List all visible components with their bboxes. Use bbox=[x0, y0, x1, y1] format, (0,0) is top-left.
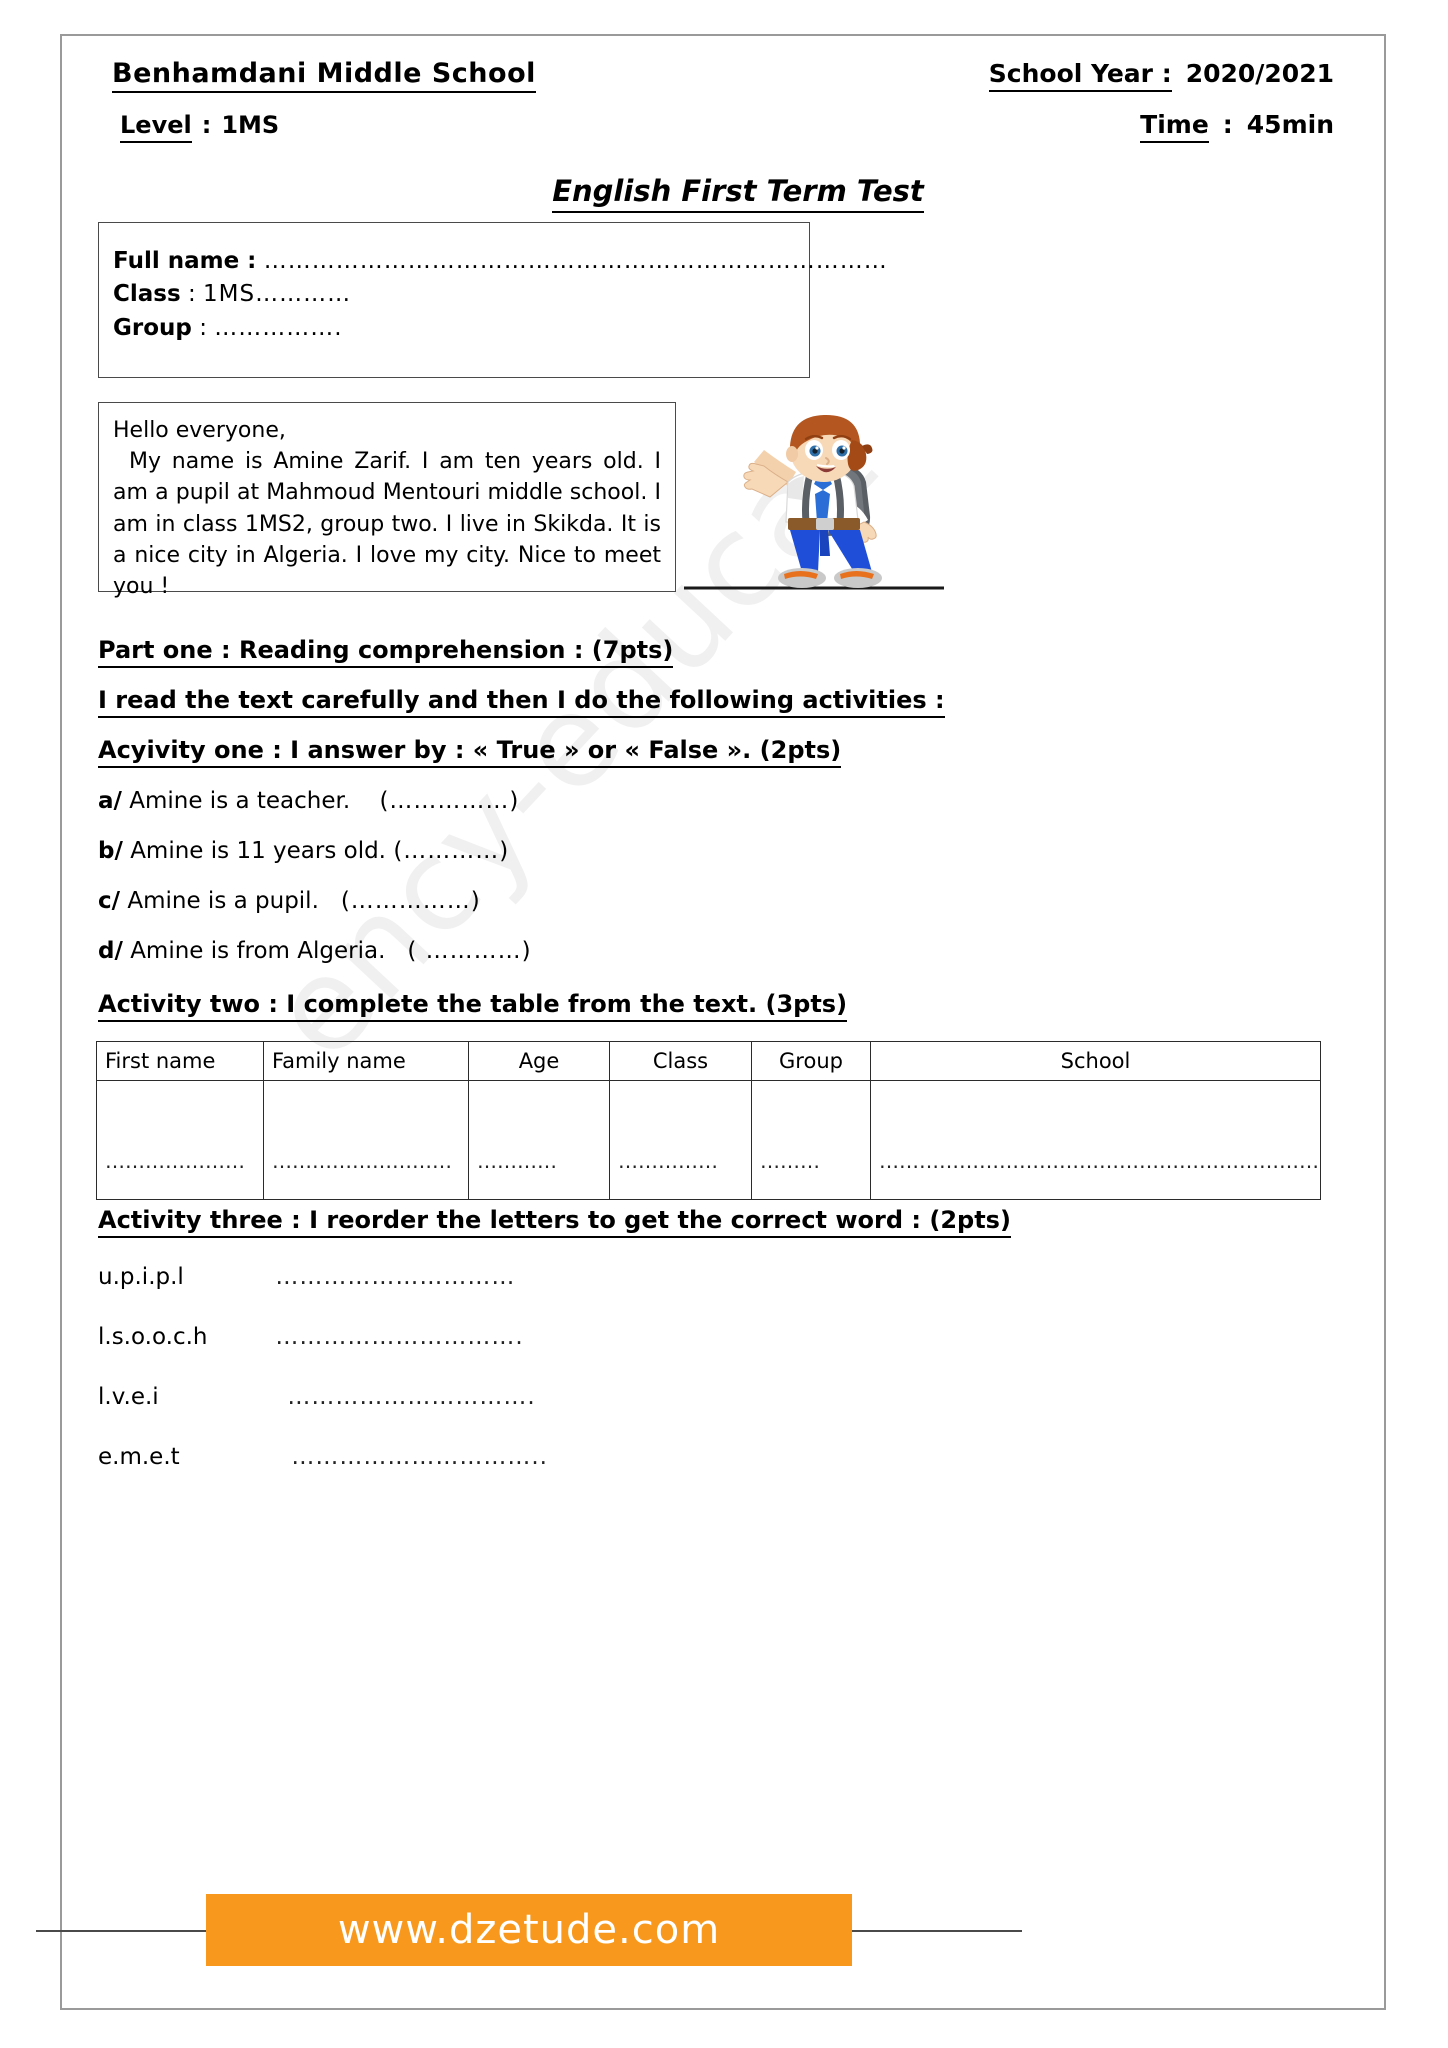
class-row: Class : 1MS………… bbox=[113, 278, 809, 311]
word-row-2: l.s.o.o.c.h …………………………. bbox=[98, 1324, 524, 1350]
col-header-group: Group bbox=[751, 1041, 871, 1081]
group-label: Group bbox=[113, 314, 192, 341]
time-value: 45min bbox=[1246, 110, 1334, 139]
reading-passage-box: Hello everyone, My name is Amine Zarif. … bbox=[98, 402, 676, 599]
scrambled-word-1: u.p.i.p.l bbox=[98, 1264, 184, 1290]
part-one-heading: Part one : Reading comprehension : (7pts… bbox=[98, 636, 674, 668]
tf-text-c: Amine is a pupil. bbox=[127, 888, 319, 914]
full-name-input[interactable]: …………………………………………………………………… bbox=[264, 248, 888, 274]
scrambled-word-3: l.v.e.i bbox=[98, 1384, 159, 1410]
col-header-age: Age bbox=[468, 1041, 610, 1081]
word-row-1: u.p.i.p.l ………………………… bbox=[98, 1264, 515, 1290]
tf-text-b: Amine is 11 years old. bbox=[130, 838, 386, 864]
tf-item-c: c/ Amine is a pupil. (……………) bbox=[98, 888, 481, 914]
cell-group[interactable]: ……… bbox=[751, 1080, 871, 1200]
activity-one-heading: Acyivity one : I answer by : « True » or… bbox=[98, 736, 842, 768]
word-answer-4[interactable]: ………………………….. bbox=[275, 1444, 548, 1470]
table-header-row: First name Family name Age Class Group S… bbox=[96, 1041, 1321, 1081]
word-row-3: l.v.e.i …………………………. bbox=[98, 1384, 536, 1410]
cell-first-name[interactable]: ………………… bbox=[96, 1080, 264, 1200]
header-row-school: Benhamdani Middle School School Year : 2… bbox=[62, 58, 1384, 93]
group-row: Group : ……………. bbox=[113, 312, 809, 345]
activity-three-heading-text: Activity three : I reorder the letters t… bbox=[98, 1206, 1011, 1238]
tf-marker-d: d/ bbox=[98, 938, 123, 964]
part-one-instruction: I read the text carefully and then I do … bbox=[98, 686, 945, 718]
part-one-heading-text: Part one : Reading comprehension : (7pts… bbox=[98, 636, 674, 668]
student-identity-box: Full name : …………………………………………………………………… C… bbox=[98, 222, 887, 378]
completion-table-wrapper: First name Family name Age Class Group S… bbox=[96, 1041, 1321, 1200]
activity-three-heading: Activity three : I reorder the letters t… bbox=[98, 1206, 1011, 1238]
school-year-group: School Year : 2020/2021 bbox=[988, 59, 1334, 92]
word-row-4: e.m.e.t ………………………….. bbox=[98, 1444, 548, 1470]
word-answer-1[interactable]: ………………………… bbox=[275, 1264, 515, 1290]
level-label: Level bbox=[120, 111, 192, 143]
cell-age[interactable]: ………… bbox=[468, 1080, 610, 1200]
scrambled-word-4: e.m.e.t bbox=[98, 1444, 180, 1470]
tf-marker-c: c/ bbox=[98, 888, 121, 914]
part-one-instruction-text: I read the text carefully and then I do … bbox=[98, 686, 945, 718]
tf-item-b: b/ Amine is 11 years old. (…………) bbox=[98, 838, 509, 864]
level-value: 1MS bbox=[221, 111, 280, 139]
completion-table: First name Family name Age Class Group S… bbox=[96, 1041, 1321, 1200]
school-year-label: School Year : bbox=[988, 59, 1172, 92]
tf-answer-a[interactable]: (……………) bbox=[379, 788, 519, 814]
school-year-value: 2020/2021 bbox=[1185, 59, 1334, 88]
word-answer-2[interactable]: …………………………. bbox=[275, 1324, 523, 1350]
activity-two-heading-text: Activity two : I complete the table from… bbox=[98, 990, 848, 1022]
tf-answer-d[interactable]: ( …………) bbox=[407, 938, 531, 964]
col-header-class: Class bbox=[609, 1041, 752, 1081]
tf-text-d: Amine is from Algeria. bbox=[130, 938, 386, 964]
tf-text-a: Amine is a teacher. bbox=[129, 788, 351, 814]
passage-body: My name is Amine Zarif. I am ten years o… bbox=[113, 449, 661, 600]
word-answer-3[interactable]: …………………………. bbox=[275, 1384, 535, 1410]
tf-marker-a: a/ bbox=[98, 788, 122, 814]
page-title: English First Term Test bbox=[62, 174, 1384, 213]
group-separator: : bbox=[199, 314, 207, 341]
full-name-row: Full name : …………………………………………………………………… bbox=[113, 245, 887, 278]
header-row-level: Level : 1MS Time : 45min bbox=[62, 110, 1384, 143]
tf-marker-b: b/ bbox=[98, 838, 123, 864]
page-title-text: English First Term Test bbox=[552, 174, 924, 213]
level-separator: : bbox=[201, 111, 212, 139]
class-separator: : bbox=[187, 281, 196, 308]
full-name-label: Full name : bbox=[113, 248, 257, 274]
tf-item-a: a/ Amine is a teacher. (……………) bbox=[98, 788, 519, 814]
class-label: Class bbox=[113, 281, 181, 308]
activity-one-heading-text: Acyivity one : I answer by : « True » or… bbox=[98, 736, 842, 768]
col-header-school: School bbox=[870, 1041, 1321, 1081]
footer-rule-right bbox=[850, 1930, 1022, 1932]
time-group: Time : 45min bbox=[1140, 110, 1334, 143]
scrambled-word-2: l.s.o.o.c.h bbox=[98, 1324, 208, 1350]
passage-greeting: Hello everyone, bbox=[113, 418, 286, 443]
activity-two-heading: Activity two : I complete the table from… bbox=[98, 990, 848, 1022]
tf-answer-c[interactable]: (……………) bbox=[341, 888, 481, 914]
cell-school[interactable]: ………………………………………………………… bbox=[870, 1080, 1321, 1200]
table-head: First name Family name Age Class Group S… bbox=[96, 1041, 1321, 1081]
table-row: ………………… ……………………… ………… …………… ……… …………………… bbox=[96, 1080, 1321, 1200]
class-input[interactable]: 1MS………… bbox=[203, 281, 351, 307]
cartoon-schoolboy-illustration bbox=[684, 410, 944, 592]
footer-site-banner[interactable]: www.dzetude.com bbox=[206, 1894, 852, 1966]
cell-family-name[interactable]: ……………………… bbox=[263, 1080, 469, 1200]
time-separator: : bbox=[1222, 110, 1233, 139]
footer-rule-left bbox=[36, 1930, 208, 1932]
tf-answer-b[interactable]: (…………) bbox=[393, 838, 509, 864]
group-input[interactable]: ……………. bbox=[214, 315, 342, 341]
col-header-family-name: Family name bbox=[263, 1041, 469, 1081]
table-body: ………………… ……………………… ………… …………… ……… …………………… bbox=[96, 1080, 1321, 1200]
time-label: Time bbox=[1140, 110, 1209, 143]
exam-page: ency-education.com/exams Benhamdani Midd… bbox=[60, 34, 1386, 2010]
school-name: Benhamdani Middle School bbox=[112, 58, 536, 93]
col-header-first-name: First name bbox=[96, 1041, 264, 1081]
tf-item-d: d/ Amine is from Algeria. ( …………) bbox=[98, 938, 532, 964]
cell-class[interactable]: …………… bbox=[609, 1080, 752, 1200]
footer-site-text: www.dzetude.com bbox=[337, 1907, 721, 1953]
